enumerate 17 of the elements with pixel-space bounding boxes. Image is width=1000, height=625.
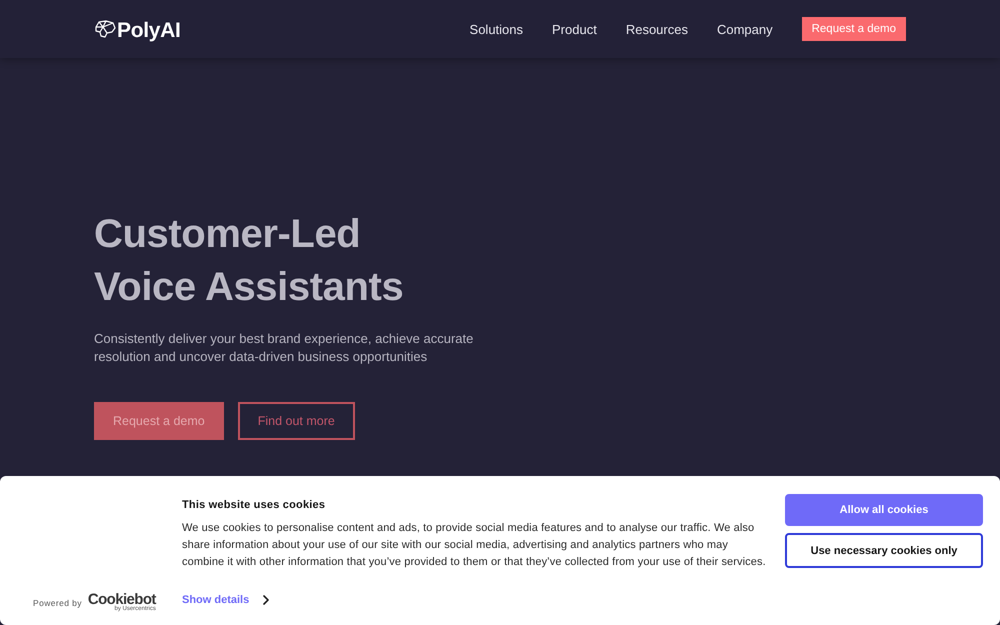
cookie-banner-title: This website uses cookies bbox=[182, 498, 326, 513]
logo-link[interactable]: PolyAI bbox=[94, 15, 181, 43]
powered-by-label: Powered by bbox=[33, 598, 82, 608]
nav-link[interactable]: Company bbox=[716, 22, 773, 36]
nav-link[interactable]: Resources bbox=[626, 22, 688, 36]
hero-heading: Customer-Led Voice Assistants bbox=[94, 211, 404, 311]
outline-button[interactable]: Find out more bbox=[238, 402, 355, 440]
cookie-banner-text: We use cookies to personalise content and ads, to provide social media features and to analyse our traffic. We also share information about your use of our site with our social media, advertising and analytics partners who may combine it with other information that you’ve provided to them or that they’ve collected from your use of their services. bbox=[182, 521, 767, 570]
nav-link[interactable]: Product bbox=[552, 22, 597, 36]
chevron-right-icon bbox=[263, 595, 270, 605]
necessary-cookies-button[interactable]: Use necessary cookies only bbox=[785, 533, 983, 568]
show-details-link[interactable]: Show details bbox=[182, 594, 270, 606]
brand-logo-text: Cookiebot bbox=[88, 593, 156, 606]
head-outline-icon bbox=[94, 20, 116, 38]
allow-cookies-button[interactable]: Allow all cookies bbox=[785, 494, 983, 526]
hero-subtitle: Consistently deliver your best brand experience, achieve accurate resolution and uncover data-driven business opportunities bbox=[94, 330, 474, 366]
nav-link[interactable]: Solutions bbox=[470, 22, 524, 36]
